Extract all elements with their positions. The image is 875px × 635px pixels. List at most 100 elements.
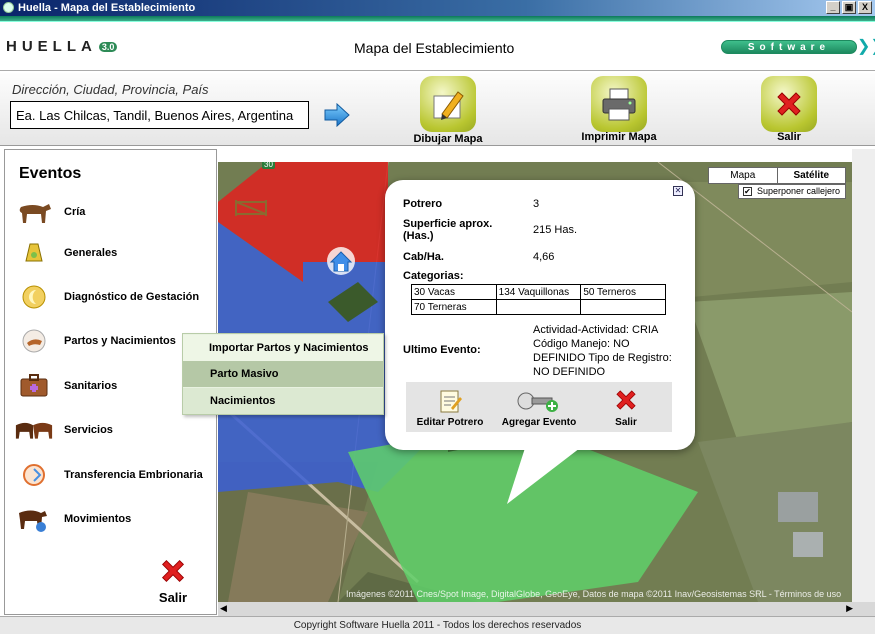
window-title: Huella - Mapa del Establecimiento [18, 2, 196, 14]
table-cell: 50 Terneros [580, 284, 666, 300]
sidebar-item-movimientos[interactable]: Movimientos [14, 504, 214, 534]
sidebar-item-label: Diagnóstico de Gestación [64, 291, 200, 303]
print-map-button[interactable]: Imprimir Mapa [569, 76, 669, 143]
sidebar-item-cria[interactable]: Cría [14, 197, 214, 227]
double-chevron-icon: ❯❯ [857, 38, 875, 55]
sidebar-item-label: Partos y Nacimientos [64, 335, 176, 347]
close-icon [761, 76, 817, 132]
table-row: 70 Terneras [411, 299, 666, 315]
popup-exit-button[interactable]: Salir [600, 386, 652, 428]
app-icon [3, 2, 14, 13]
ultimo-evento-value: Actividad-Actividad: CRIA Código Manejo:… [533, 324, 672, 378]
cow-move-icon [14, 505, 54, 533]
scroll-left-icon[interactable]: ◀ [220, 603, 227, 614]
submenu-importar[interactable]: Importar Partos y Nacimientos [183, 335, 383, 361]
popup-exit-label: Salir [615, 417, 637, 428]
add-event-label: Agregar Evento [501, 417, 577, 428]
printer-icon [591, 76, 647, 132]
cab-value: 4,66 [533, 251, 555, 263]
medkit-icon [14, 372, 54, 400]
table-cell: 134 Vaquillonas [495, 284, 582, 300]
bulls-icon [14, 416, 54, 444]
scroll-right-icon[interactable]: ▶ [846, 603, 853, 614]
table-cell: 30 Vacas [411, 284, 497, 300]
moon-icon [14, 283, 54, 311]
bell-icon [14, 239, 54, 267]
sidebar-exit-button[interactable]: Salir [150, 555, 196, 605]
map-type-mapa[interactable]: Mapa [709, 168, 777, 183]
draw-map-label: Dibujar Mapa [413, 133, 483, 145]
sidebar-item-transferencia[interactable]: Transferencia Embrionaria [14, 460, 214, 490]
categorias-table: 30 Vacas 134 Vaquillonas 50 Terneros 70 … [411, 284, 666, 315]
window-titlebar: Huella - Mapa del Establecimiento _ ▣ X [0, 0, 875, 16]
partos-submenu: Importar Partos y Nacimientos Parto Masi… [182, 333, 384, 415]
software-badge: Software [721, 40, 857, 54]
sidebar-item-label: Sanitarios [64, 380, 118, 392]
add-event-button[interactable]: Agregar Evento [498, 388, 580, 428]
horizontal-scrollbar[interactable]: ◀ ▶ [218, 602, 875, 616]
close-window-button[interactable]: X [858, 1, 872, 14]
table-cell [580, 299, 666, 315]
sidebar-item-label: Generales [64, 247, 118, 259]
status-bar: Copyright Software Huella 2011 - Todos l… [0, 616, 875, 634]
map-type-satelite[interactable]: Satélite [776, 168, 846, 183]
add-event-icon [517, 392, 558, 412]
logo-version: 3.0 [98, 42, 118, 53]
page-title: Mapa del Establecimiento [354, 40, 515, 56]
logo-text: HUELLA [6, 38, 97, 55]
road-marker: 30 [262, 162, 275, 169]
home-marker-icon[interactable] [326, 246, 356, 276]
pencil-icon [420, 76, 476, 132]
sidebar-item-diagnostico[interactable]: Diagnóstico de Gestación [14, 282, 214, 312]
embryo-icon [14, 461, 54, 489]
overlay-label: Superponer callejero [757, 186, 841, 196]
go-arrow-button[interactable] [324, 102, 350, 128]
exit-button[interactable]: Salir [739, 76, 839, 143]
ultimo-evento-label: Ultimo Evento: [403, 344, 481, 356]
notepad-icon [440, 390, 462, 413]
table-cell: 70 Terneras [411, 299, 497, 315]
brand-stripe [0, 16, 875, 22]
sidebar-item-generales[interactable]: Generales [14, 238, 214, 268]
categorias-label: Categorias: [403, 270, 464, 282]
maximize-button[interactable]: ▣ [842, 1, 856, 14]
map-attribution[interactable]: Imágenes ©2011 Cnes/Spot Image, DigitalG… [346, 589, 841, 599]
sidebar-item-label: Transferencia Embrionaria [64, 469, 203, 481]
checkbox-check-icon: ✔ [743, 187, 752, 196]
address-input[interactable] [10, 101, 309, 129]
calf-icon [14, 198, 54, 226]
cab-label: Cab/Ha. [403, 251, 444, 263]
close-popup-icon[interactable]: ✕ [673, 186, 683, 196]
submenu-parto-masivo[interactable]: Parto Masivo [183, 361, 383, 387]
submenu-nacimientos[interactable]: Nacimientos [183, 388, 383, 414]
arrow-right-icon [324, 102, 350, 128]
gate-icon[interactable] [234, 196, 268, 218]
sidebar-item-servicios[interactable]: Servicios [14, 415, 214, 445]
overlay-streets-checkbox[interactable]: ✔ Superponer callejero [738, 184, 846, 199]
exit-label: Salir [777, 131, 801, 143]
popup-pointer [507, 448, 580, 504]
edit-paddock-button[interactable]: Editar Potrero [410, 388, 490, 428]
print-map-label: Imprimir Mapa [581, 131, 657, 143]
cow-head-icon [14, 327, 54, 355]
map-type-switch: Mapa Satélite [708, 167, 846, 184]
huella-logo: HUELLA 3.0 [6, 38, 118, 55]
table-cell [495, 299, 582, 315]
sidebar-exit-label: Salir [158, 590, 188, 605]
minimize-button[interactable]: _ [826, 1, 840, 14]
table-row: 30 Vacas 134 Vaquillonas 50 Terneros [411, 284, 666, 300]
draw-map-button[interactable]: Dibujar Mapa [398, 76, 498, 145]
potrero-value: 3 [533, 198, 540, 210]
map-margin-right [852, 149, 875, 602]
edit-paddock-label: Editar Potrero [416, 417, 484, 428]
superficie-value: 215 Has. [533, 224, 578, 236]
address-label: Dirección, Ciudad, Provincia, País [12, 82, 209, 97]
sidebar-item-label: Cría [64, 206, 86, 218]
potrero-label: Potrero [403, 198, 443, 210]
superficie-label: Superficie aprox. (Has.) [403, 218, 493, 242]
sidebar-title: Eventos [19, 165, 82, 182]
sidebar-item-label: Servicios [64, 424, 113, 436]
close-icon [616, 390, 636, 410]
sidebar-item-label: Movimientos [64, 513, 132, 525]
close-icon [161, 559, 185, 583]
